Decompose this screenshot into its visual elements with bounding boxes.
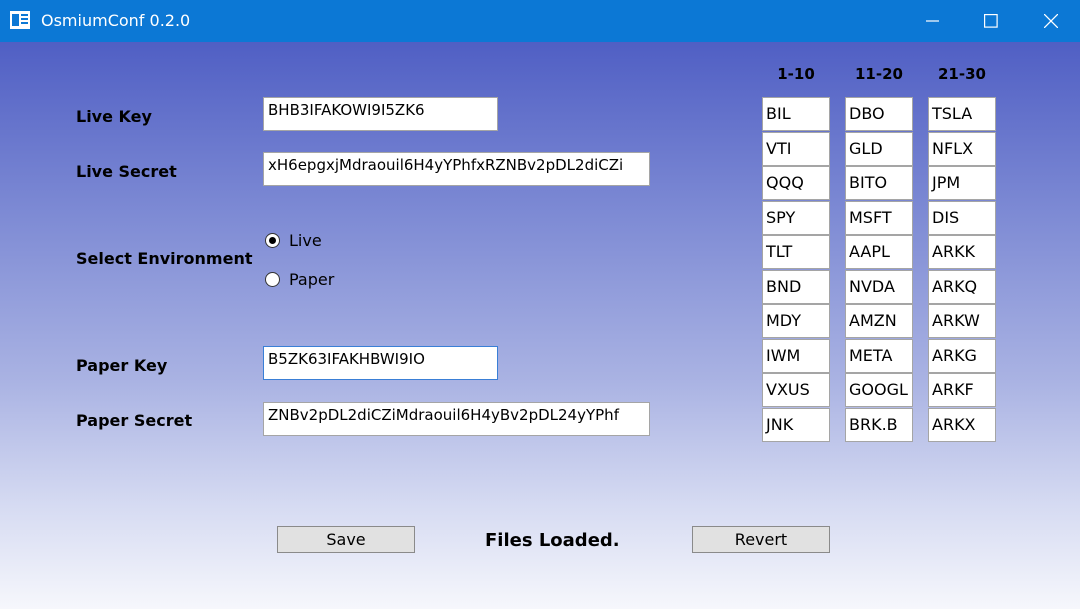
ticker-cell[interactable]: ARKK — [928, 235, 996, 269]
radio-live-label[interactable]: Live — [289, 231, 322, 250]
close-button[interactable] — [1022, 0, 1080, 42]
maximize-button[interactable] — [962, 0, 1020, 42]
save-button[interactable]: Save — [277, 526, 415, 553]
ticker-cell[interactable]: NVDA — [845, 270, 913, 304]
ticker-cell[interactable]: ARKF — [928, 373, 996, 407]
status-text: Files Loaded. — [485, 530, 620, 551]
ticker-cell[interactable]: AAPL — [845, 235, 913, 269]
paper-key-input[interactable]: B5ZK63IFAKHBWI9IO — [263, 346, 498, 380]
radio-selected-dot — [269, 237, 276, 244]
ticker-cell[interactable]: BRK.B — [845, 408, 913, 442]
ticker-cell[interactable]: BIL — [762, 97, 830, 131]
minimize-icon — [926, 20, 939, 22]
ticker-cell[interactable]: DBO — [845, 97, 913, 131]
ticker-cell[interactable]: ARKW — [928, 304, 996, 338]
paper-key-label: Paper Key — [76, 356, 168, 375]
window-title: OsmiumConf 0.2.0 — [41, 11, 191, 30]
ticker-cell[interactable]: MDY — [762, 304, 830, 338]
live-key-input[interactable]: BHB3IFAKOWI9I5ZK6 — [263, 97, 498, 131]
select-environment-label: Select Environment — [76, 249, 253, 268]
ticker-cell[interactable]: JNK — [762, 408, 830, 442]
ticker-cell[interactable]: SPY — [762, 201, 830, 235]
ticker-cell[interactable]: GLD — [845, 132, 913, 166]
ticker-cell[interactable]: NFLX — [928, 132, 996, 166]
column-header-11-20: 11-20 — [855, 65, 903, 83]
client-area — [0, 42, 1080, 609]
radio-paper[interactable] — [265, 272, 280, 287]
ticker-cell[interactable]: TSLA — [928, 97, 996, 131]
ticker-cell[interactable]: DIS — [928, 201, 996, 235]
app-icon — [10, 11, 30, 29]
ticker-cell[interactable]: ARKG — [928, 339, 996, 373]
maximize-icon — [984, 14, 998, 28]
minimize-button[interactable] — [904, 0, 962, 42]
ticker-cell[interactable]: IWM — [762, 339, 830, 373]
ticker-cell[interactable]: VTI — [762, 132, 830, 166]
radio-live[interactable] — [265, 233, 280, 248]
title-bar: OsmiumConf 0.2.0 — [0, 0, 1080, 42]
live-secret-input[interactable]: xH6epgxjMdraouil6H4yYPhfxRZNBv2pDL2diCZi — [263, 152, 650, 186]
ticker-cell[interactable]: META — [845, 339, 913, 373]
ticker-cell[interactable]: GOOGL — [845, 373, 913, 407]
ticker-cell[interactable]: ARKX — [928, 408, 996, 442]
live-key-label: Live Key — [76, 107, 152, 126]
ticker-cell[interactable]: BND — [762, 270, 830, 304]
ticker-cell[interactable]: ARKQ — [928, 270, 996, 304]
live-secret-label: Live Secret — [76, 162, 177, 181]
column-header-21-30: 21-30 — [938, 65, 986, 83]
ticker-cell[interactable]: BITO — [845, 166, 913, 200]
ticker-cell[interactable]: JPM — [928, 166, 996, 200]
close-icon — [1044, 14, 1058, 28]
paper-secret-input[interactable]: ZNBv2pDL2diCZiMdraouil6H4yBv2pDL24yYPhf — [263, 402, 650, 436]
ticker-cell[interactable]: AMZN — [845, 304, 913, 338]
ticker-cell[interactable]: QQQ — [762, 166, 830, 200]
ticker-cell[interactable]: TLT — [762, 235, 830, 269]
ticker-cell[interactable]: MSFT — [845, 201, 913, 235]
radio-paper-label[interactable]: Paper — [289, 270, 334, 289]
paper-secret-label: Paper Secret — [76, 411, 193, 430]
revert-button[interactable]: Revert — [692, 526, 830, 553]
column-header-1-10: 1-10 — [777, 65, 815, 83]
ticker-cell[interactable]: VXUS — [762, 373, 830, 407]
